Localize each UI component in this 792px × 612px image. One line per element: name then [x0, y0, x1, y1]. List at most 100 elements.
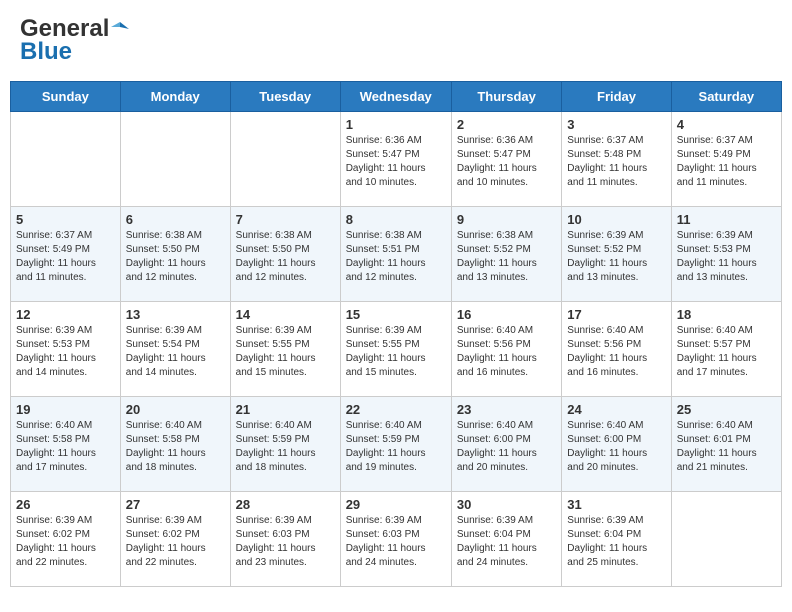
day-info: Sunrise: 6:40 AM Sunset: 5:58 PM Dayligh… — [16, 419, 115, 475]
calendar-cell — [11, 112, 121, 207]
logo-bird-icon — [111, 20, 129, 38]
day-info: Sunrise: 6:40 AM Sunset: 5:57 PM Dayligh… — [677, 324, 776, 380]
logo-blue: Blue — [20, 38, 72, 66]
calendar-cell: 17Sunrise: 6:40 AM Sunset: 5:56 PM Dayli… — [562, 302, 671, 397]
day-info: Sunrise: 6:39 AM Sunset: 5:54 PM Dayligh… — [126, 324, 225, 380]
day-number: 9 — [457, 212, 556, 227]
day-info: Sunrise: 6:39 AM Sunset: 5:52 PM Dayligh… — [567, 229, 665, 285]
calendar-cell: 21Sunrise: 6:40 AM Sunset: 5:59 PM Dayli… — [230, 397, 340, 492]
calendar-cell: 19Sunrise: 6:40 AM Sunset: 5:58 PM Dayli… — [11, 397, 121, 492]
day-number: 31 — [567, 497, 665, 512]
calendar-cell: 14 Sunrise: 6:39 AM Sunset: 5:55 PM Dayli… — [230, 302, 340, 397]
day-info: Sunrise: 6:40 AM Sunset: 6:00 PM Dayligh… — [567, 419, 665, 475]
day-info: Sunrise: 6:39 AM Sunset: 6:04 PM Dayligh… — [457, 514, 556, 570]
logo: General Blue — [20, 15, 129, 66]
day-info: Sunrise: 6:39 AM Sunset: 6:02 PM Dayligh… — [16, 514, 115, 570]
weekday-header-monday: Monday — [120, 82, 230, 112]
week-row-2: 5Sunrise: 6:37 AM Sunset: 5:49 PM Daylig… — [11, 207, 782, 302]
weekday-header-wednesday: Wednesday — [340, 82, 451, 112]
day-number: 24 — [567, 402, 665, 417]
day-number: 23 — [457, 402, 556, 417]
day-number: 2 — [457, 117, 556, 132]
day-info: Sunrise: 6:39 AM Sunset: 5:53 PM Dayligh… — [16, 324, 115, 380]
weekday-header-saturday: Saturday — [671, 82, 781, 112]
week-row-1: 1 Sunrise: 6:36 AM Sunset: 5:47 PM Daylig… — [11, 112, 782, 207]
day-number: 30 — [457, 497, 556, 512]
day-number: 7 — [236, 212, 335, 227]
day-number: 18 — [677, 307, 776, 322]
day-info: Sunrise: 6:38 AM Sunset: 5:50 PM Dayligh… — [126, 229, 225, 285]
calendar-cell: 22 Sunrise: 6:40 AM Sunset: 5:59 PM Dayli… — [340, 397, 451, 492]
day-info: Sunrise: 6:40 AM Sunset: 6:00 PM Dayligh… — [457, 419, 556, 475]
calendar-table: SundayMondayTuesdayWednesdayThursdayFrid… — [10, 81, 782, 587]
day-number: 20 — [126, 402, 225, 417]
calendar-cell: 30 Sunrise: 6:39 AM Sunset: 6:04 PM Dayli… — [451, 492, 561, 587]
calendar-cell: 31 Sunrise: 6:39 AM Sunset: 6:04 PM Dayli… — [562, 492, 671, 587]
calendar-cell: 3 Sunrise: 6:37 AM Sunset: 5:48 PM Daylig… — [562, 112, 671, 207]
day-info: Sunrise: 6:40 AM Sunset: 5:59 PM Dayligh… — [236, 419, 335, 475]
calendar-cell: 12 Sunrise: 6:39 AM Sunset: 5:53 PM Dayli… — [11, 302, 121, 397]
day-number: 13 — [126, 307, 225, 322]
day-info: Sunrise: 6:39 AM Sunset: 5:53 PM Dayligh… — [677, 229, 776, 285]
calendar-cell: 20Sunrise: 6:40 AM Sunset: 5:58 PM Dayli… — [120, 397, 230, 492]
calendar-cell: 1Sunrise: 6:36 AM Sunset: 5:47 PM Daylig… — [340, 112, 451, 207]
calendar-cell: 2 Sunrise: 6:36 AM Sunset: 5:47 PM Daylig… — [451, 112, 561, 207]
calendar-cell — [230, 112, 340, 207]
day-info: Sunrise: 6:40 AM Sunset: 5:59 PM Dayligh… — [346, 419, 446, 475]
weekday-header-row: SundayMondayTuesdayWednesdayThursdayFrid… — [11, 82, 782, 112]
day-info: Sunrise: 6:38 AM Sunset: 5:50 PM Dayligh… — [236, 229, 335, 285]
weekday-header-tuesday: Tuesday — [230, 82, 340, 112]
day-info: Sunrise: 6:38 AM Sunset: 5:52 PM Dayligh… — [457, 229, 556, 285]
calendar-cell: 29 Sunrise: 6:39 AM Sunset: 6:03 PM Dayli… — [340, 492, 451, 587]
day-info: Sunrise: 6:39 AM Sunset: 6:02 PM Dayligh… — [126, 514, 225, 570]
week-row-5: 26 Sunrise: 6:39 AM Sunset: 6:02 PM Dayli… — [11, 492, 782, 587]
calendar-cell: 15Sunrise: 6:39 AM Sunset: 5:55 PM Dayli… — [340, 302, 451, 397]
day-number: 12 — [16, 307, 115, 322]
day-info: Sunrise: 6:39 AM Sunset: 6:03 PM Dayligh… — [236, 514, 335, 570]
calendar-cell: 28 Sunrise: 6:39 AM Sunset: 6:03 PM Dayli… — [230, 492, 340, 587]
day-info: Sunrise: 6:39 AM Sunset: 5:55 PM Dayligh… — [236, 324, 335, 380]
calendar-cell: 18 Sunrise: 6:40 AM Sunset: 5:57 PM Dayli… — [671, 302, 781, 397]
calendar-cell: 13 Sunrise: 6:39 AM Sunset: 5:54 PM Dayli… — [120, 302, 230, 397]
page-header: General Blue — [10, 10, 782, 71]
day-number: 11 — [677, 212, 776, 227]
day-info: Sunrise: 6:40 AM Sunset: 5:56 PM Dayligh… — [567, 324, 665, 380]
day-number: 27 — [126, 497, 225, 512]
calendar-cell: 11 Sunrise: 6:39 AM Sunset: 5:53 PM Dayli… — [671, 207, 781, 302]
day-number: 1 — [346, 117, 446, 132]
day-number: 10 — [567, 212, 665, 227]
day-number: 28 — [236, 497, 335, 512]
day-info: Sunrise: 6:36 AM Sunset: 5:47 PM Dayligh… — [457, 134, 556, 190]
day-info: Sunrise: 6:37 AM Sunset: 5:49 PM Dayligh… — [677, 134, 776, 190]
day-number: 16 — [457, 307, 556, 322]
day-number: 8 — [346, 212, 446, 227]
calendar-cell: 6Sunrise: 6:38 AM Sunset: 5:50 PM Daylig… — [120, 207, 230, 302]
day-number: 3 — [567, 117, 665, 132]
day-info: Sunrise: 6:40 AM Sunset: 6:01 PM Dayligh… — [677, 419, 776, 475]
weekday-header-friday: Friday — [562, 82, 671, 112]
day-number: 22 — [346, 402, 446, 417]
day-number: 26 — [16, 497, 115, 512]
day-info: Sunrise: 6:40 AM Sunset: 5:56 PM Dayligh… — [457, 324, 556, 380]
day-info: Sunrise: 6:39 AM Sunset: 6:04 PM Dayligh… — [567, 514, 665, 570]
weekday-header-thursday: Thursday — [451, 82, 561, 112]
calendar-cell — [120, 112, 230, 207]
day-info: Sunrise: 6:38 AM Sunset: 5:51 PM Dayligh… — [346, 229, 446, 285]
calendar-cell: 27 Sunrise: 6:39 AM Sunset: 6:02 PM Dayli… — [120, 492, 230, 587]
calendar-cell: 26 Sunrise: 6:39 AM Sunset: 6:02 PM Dayli… — [11, 492, 121, 587]
calendar-cell: 7 Sunrise: 6:38 AM Sunset: 5:50 PM Daylig… — [230, 207, 340, 302]
calendar-cell: 4 Sunrise: 6:37 AM Sunset: 5:49 PM Daylig… — [671, 112, 781, 207]
calendar-cell: 25 Sunrise: 6:40 AM Sunset: 6:01 PM Dayli… — [671, 397, 781, 492]
day-info: Sunrise: 6:39 AM Sunset: 6:03 PM Dayligh… — [346, 514, 446, 570]
calendar-cell: 24 Sunrise: 6:40 AM Sunset: 6:00 PM Dayli… — [562, 397, 671, 492]
week-row-3: 12 Sunrise: 6:39 AM Sunset: 5:53 PM Dayli… — [11, 302, 782, 397]
calendar-cell: 16 Sunrise: 6:40 AM Sunset: 5:56 PM Dayli… — [451, 302, 561, 397]
calendar-cell: 9 Sunrise: 6:38 AM Sunset: 5:52 PM Daylig… — [451, 207, 561, 302]
day-number: 4 — [677, 117, 776, 132]
weekday-header-sunday: Sunday — [11, 82, 121, 112]
day-number: 14 — [236, 307, 335, 322]
day-number: 29 — [346, 497, 446, 512]
day-info: Sunrise: 6:37 AM Sunset: 5:48 PM Dayligh… — [567, 134, 665, 190]
calendar-cell: 23 Sunrise: 6:40 AM Sunset: 6:00 PM Dayli… — [451, 397, 561, 492]
day-number: 25 — [677, 402, 776, 417]
